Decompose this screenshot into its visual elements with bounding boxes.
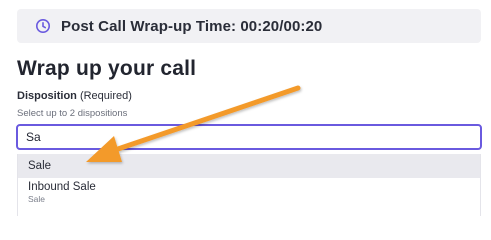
dropdown-option-sale[interactable]: Sale	[18, 154, 480, 178]
dropdown-option-label: Inbound Sale	[28, 181, 96, 193]
dropdown-option-sublabel: Sale	[28, 194, 46, 204]
wrapup-timer-text: Post Call Wrap-up Time: 00:20/00:20	[61, 17, 323, 35]
disposition-label: Disposition (Required)	[17, 90, 132, 102]
disposition-dropdown: Sale Inbound Sale Sale	[17, 154, 481, 216]
dropdown-option-inbound-sale[interactable]: Inbound Sale Sale	[18, 181, 480, 213]
disposition-input-value: Sa	[26, 130, 41, 144]
dropdown-option-label: Sale	[28, 160, 52, 172]
disposition-helper-text: Select up to 2 dispositions	[17, 108, 128, 119]
disposition-search-input[interactable]: Sa	[16, 124, 482, 150]
page-title: Wrap up your call	[17, 57, 197, 80]
clock-icon	[35, 18, 51, 34]
wrapup-timer-banner: Post Call Wrap-up Time: 00:20/00:20	[17, 9, 481, 43]
disposition-label-text: Disposition	[17, 90, 77, 102]
required-indicator: (Required)	[79, 90, 132, 102]
